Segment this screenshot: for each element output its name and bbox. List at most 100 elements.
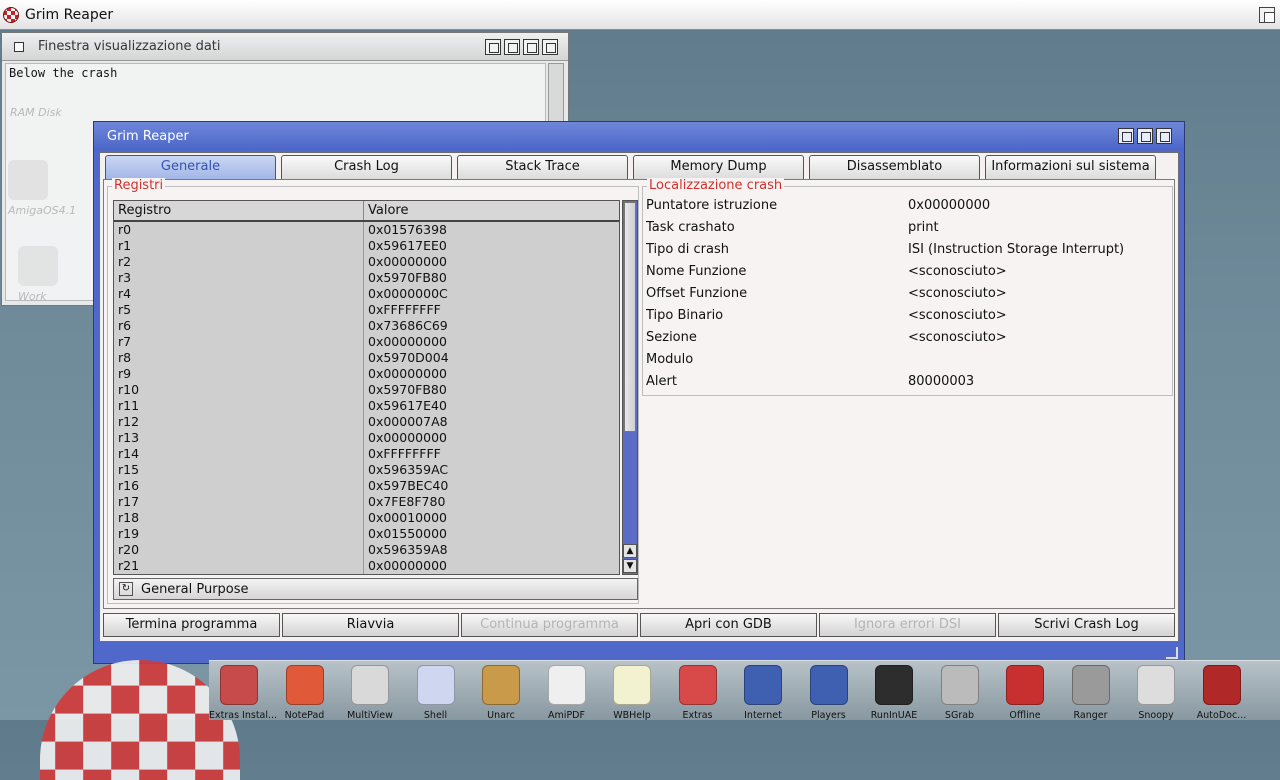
dock-item[interactable]: Ranger bbox=[1061, 661, 1121, 721]
register-value: 0x01550000 bbox=[368, 526, 447, 541]
open-with-gdb-button[interactable]: Apri con GDB bbox=[640, 613, 817, 637]
table-row[interactable]: r16 0x597BEC40 bbox=[114, 478, 619, 494]
dock-item[interactable]: Extras bbox=[668, 661, 728, 721]
column-header-valore[interactable]: Valore bbox=[364, 201, 619, 220]
tab-informazioni-sistema[interactable]: Informazioni sul sistema bbox=[985, 155, 1156, 179]
register-name: r3 bbox=[114, 270, 364, 286]
table-row[interactable]: r6 0x73686C69 bbox=[114, 318, 619, 334]
dock-item-label: Unarc bbox=[487, 710, 515, 721]
table-row[interactable]: r5 0xFFFFFFFF bbox=[114, 302, 619, 318]
dock-item[interactable]: WBHelp bbox=[602, 661, 662, 721]
crash-info-value: <sconosciuto> bbox=[908, 330, 1007, 345]
dock-item[interactable]: NotePad bbox=[275, 661, 335, 721]
scroll-up-arrow-icon[interactable]: ▲ bbox=[623, 544, 637, 558]
data-viewer-title-bar[interactable]: Finestra visualizzazione dati bbox=[2, 33, 568, 61]
tab-disassemblato[interactable]: Disassemblato bbox=[809, 155, 980, 179]
tab-bar: Generale Crash Log Stack Trace Memory Du… bbox=[105, 155, 1156, 181]
table-row[interactable]: r7 0x00000000 bbox=[114, 334, 619, 350]
dock-app-icon bbox=[220, 665, 258, 705]
register-name: r2 bbox=[114, 254, 364, 270]
table-row[interactable]: r9 0x00000000 bbox=[114, 366, 619, 382]
dock-item-label: Extras bbox=[682, 710, 713, 721]
zoom-icon[interactable] bbox=[504, 39, 520, 55]
table-row[interactable]: r2 0x00000000 bbox=[114, 254, 619, 270]
scroll-down-arrow-icon[interactable]: ▼ bbox=[623, 559, 637, 573]
dock-item-label: Extras Instal... bbox=[209, 710, 278, 721]
close-icon[interactable] bbox=[14, 41, 24, 52]
table-row[interactable]: r3 0x5970FB80 bbox=[114, 270, 619, 286]
window-title-bar[interactable]: Grim Reaper bbox=[94, 122, 1184, 150]
registers-scrollbar[interactable]: ▲ ▼ bbox=[622, 200, 638, 575]
dock-item[interactable]: AutoDoc... bbox=[1192, 661, 1252, 721]
tab-stack-trace[interactable]: Stack Trace bbox=[457, 155, 628, 179]
action-buttons: Termina programma Riavvia Continua progr… bbox=[103, 613, 1175, 637]
dock-item-label: Snoopy bbox=[1138, 710, 1174, 721]
crash-info-key: Tipo di crash bbox=[646, 242, 729, 257]
tab-crash-log[interactable]: Crash Log bbox=[281, 155, 452, 179]
write-crash-log-button[interactable]: Scrivi Crash Log bbox=[998, 613, 1175, 637]
column-header-registro[interactable]: Registro bbox=[114, 201, 364, 220]
registers-list[interactable]: Registro Valore r0 0x01576398 r1 0x59617EE0… bbox=[113, 200, 620, 575]
table-row[interactable]: r4 0x0000000C bbox=[114, 286, 619, 302]
dock-item[interactable]: Players bbox=[799, 661, 859, 721]
crash-info-row: Puntatore istruzione 0x00000000 bbox=[645, 195, 1170, 217]
table-row[interactable]: r12 0x000007A8 bbox=[114, 414, 619, 430]
terminate-program-button[interactable]: Termina programma bbox=[103, 613, 280, 637]
amidock: Extras Instal... NotePad MultiView Shell Una… bbox=[209, 660, 1280, 721]
desktop-icon-label: RAM Disk bbox=[10, 106, 62, 119]
ignore-dsi-errors-button[interactable]: Ignora errori DSI bbox=[819, 613, 996, 637]
table-row[interactable]: r0 0x01576398 bbox=[114, 222, 619, 238]
register-value: 0x596359AC bbox=[368, 462, 449, 477]
resize-handle-icon[interactable] bbox=[1166, 647, 1178, 659]
register-name: r18 bbox=[114, 510, 364, 526]
tab-panel-generale: Registri Registro Valore r0 0x01576398 r1 0… bbox=[103, 178, 1175, 609]
dock-item[interactable]: Shell bbox=[406, 661, 466, 721]
restart-button[interactable]: Riavvia bbox=[282, 613, 459, 637]
table-row[interactable]: r10 0x5970FB80 bbox=[114, 382, 619, 398]
window-body: Generale Crash Log Stack Trace Memory Du… bbox=[99, 152, 1179, 642]
continue-program-button[interactable]: Continua programma bbox=[461, 613, 638, 637]
screen-title-bar: Grim Reaper bbox=[0, 0, 1280, 30]
iconify-icon[interactable] bbox=[1118, 128, 1134, 144]
table-row[interactable]: r21 0x00000000 bbox=[114, 558, 619, 574]
scrollbar-knob[interactable] bbox=[624, 202, 636, 432]
depth-icon[interactable] bbox=[1156, 128, 1172, 144]
dock-item[interactable]: MultiView bbox=[340, 661, 400, 721]
screen-depth-gadget-icon[interactable] bbox=[1259, 7, 1275, 23]
crash-info-key: Tipo Binario bbox=[646, 308, 724, 323]
dock-app-icon bbox=[1071, 665, 1110, 705]
table-row[interactable]: r11 0x59617E40 bbox=[114, 398, 619, 414]
desktop-icon-ram-disk[interactable]: RAM Disk bbox=[10, 106, 62, 119]
zoom-icon[interactable] bbox=[1137, 128, 1153, 144]
table-row[interactable]: r17 0x7FE8F780 bbox=[114, 494, 619, 510]
desktop-icon-system[interactable]: AmigaOS4.1 bbox=[8, 160, 76, 217]
dock-item[interactable]: RunInUAE bbox=[864, 661, 924, 721]
table-row[interactable]: r19 0x01550000 bbox=[114, 526, 619, 542]
tab-memory-dump[interactable]: Memory Dump bbox=[633, 155, 804, 179]
snapshot-icon[interactable] bbox=[523, 39, 539, 55]
dock-item[interactable]: Internet bbox=[733, 661, 793, 721]
register-set-cycle-gadget[interactable]: ↻ General Purpose bbox=[113, 578, 638, 600]
desktop-icon-work[interactable]: Work bbox=[18, 246, 58, 303]
dock-item[interactable]: Offline bbox=[995, 661, 1055, 721]
table-row[interactable]: r8 0x5970D004 bbox=[114, 350, 619, 366]
crash-info-key: Nome Funzione bbox=[646, 264, 747, 279]
dock-item[interactable]: SGrab bbox=[930, 661, 990, 721]
dock-app-icon bbox=[613, 665, 651, 705]
register-value: 0x00010000 bbox=[368, 510, 447, 525]
table-row[interactable]: r14 0xFFFFFFFF bbox=[114, 446, 619, 462]
dock-item[interactable]: Snoopy bbox=[1126, 661, 1186, 721]
table-row[interactable]: r18 0x00010000 bbox=[114, 510, 619, 526]
iconify-icon[interactable] bbox=[485, 39, 501, 55]
boing-ball-icon bbox=[8, 160, 48, 200]
dock-item[interactable]: AmiPDF bbox=[537, 661, 597, 721]
register-name: r0 bbox=[114, 222, 364, 238]
dock-item[interactable]: Unarc bbox=[471, 661, 531, 721]
table-row[interactable]: r15 0x596359AC bbox=[114, 462, 619, 478]
table-row[interactable]: r1 0x59617EE0 bbox=[114, 238, 619, 254]
dock-item[interactable]: Extras Instal... bbox=[209, 661, 278, 721]
table-row[interactable]: r13 0x00000000 bbox=[114, 430, 619, 446]
register-name: r16 bbox=[114, 478, 364, 494]
table-row[interactable]: r20 0x596359A8 bbox=[114, 542, 619, 558]
depth-icon[interactable] bbox=[542, 39, 558, 55]
